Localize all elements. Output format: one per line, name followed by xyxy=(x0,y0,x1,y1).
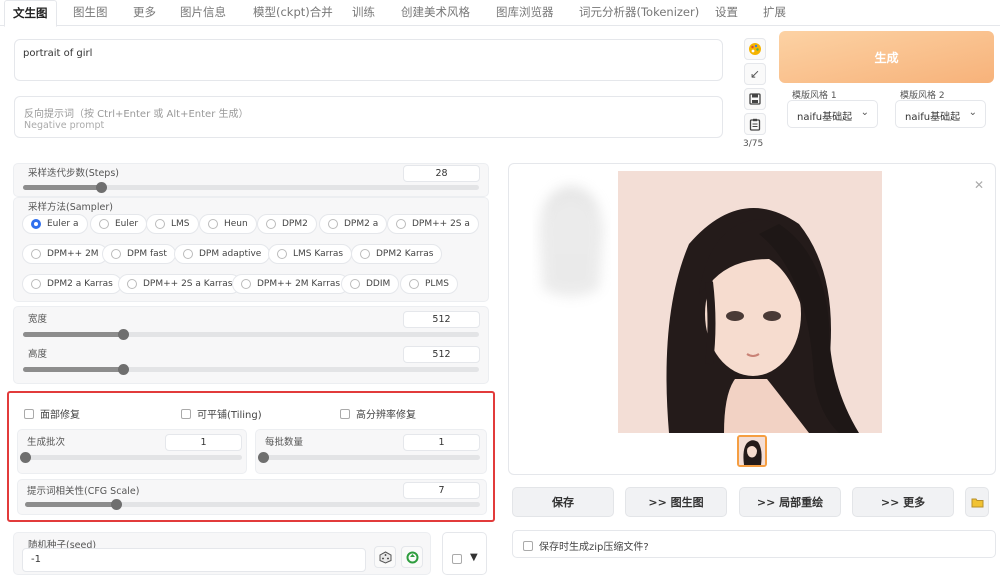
prompt-input[interactable]: portrait of girl xyxy=(14,39,723,81)
zip-option[interactable]: 保存时生成zip压缩文件? xyxy=(512,530,996,558)
tab-image-info[interactable]: 图片信息 xyxy=(180,4,226,24)
send-to-img2img-button[interactable]: >> 图生图 xyxy=(625,487,727,517)
tab-checkpoint-merge[interactable]: 模型(ckpt)合并 xyxy=(253,4,333,24)
width-label: 宽度 xyxy=(28,314,48,325)
tab-tokenizer[interactable]: 词元分析器(Tokenizer) xyxy=(579,4,699,24)
sampler-option[interactable]: DPM++ 2S a xyxy=(387,214,479,234)
steps-slider-handle[interactable] xyxy=(96,182,107,193)
sampler-option[interactable]: PLMS xyxy=(400,274,458,294)
sampler-option[interactable]: DPM++ 2S a Karras xyxy=(118,274,242,294)
sampler-option[interactable]: DPM2 a xyxy=(319,214,388,234)
tab-settings[interactable]: 设置 xyxy=(715,4,738,24)
tab-train[interactable]: 训练 xyxy=(352,4,375,24)
folder-icon[interactable] xyxy=(965,487,989,517)
tab-img2img[interactable]: 图生图 xyxy=(73,4,108,24)
prompt-text: portrait of girl xyxy=(23,48,93,59)
save-icon[interactable] xyxy=(744,88,766,110)
recycle-icon[interactable] xyxy=(401,546,423,568)
chevron-down-icon: ⌄ xyxy=(860,107,869,118)
clipboard-icon[interactable] xyxy=(744,113,766,135)
sampler-option[interactable]: Heun xyxy=(199,214,257,234)
sampler-option[interactable]: DPM fast xyxy=(102,244,176,264)
seed-input[interactable]: -1 xyxy=(22,548,366,572)
width-number-input[interactable]: 512 xyxy=(403,311,480,328)
tab-more[interactable]: 更多 xyxy=(133,4,156,24)
send-to-inpaint-button[interactable]: >> 局部重绘 xyxy=(739,487,841,517)
sampler-option[interactable]: LMS Karras xyxy=(268,244,353,264)
steps-number-input[interactable]: 28 xyxy=(403,165,480,182)
height-slider-handle[interactable] xyxy=(118,364,129,375)
sampler-option[interactable]: DPM adaptive xyxy=(174,244,271,264)
caret-down-icon: ▼ xyxy=(470,552,478,563)
sampler-option[interactable]: Euler xyxy=(90,214,148,234)
image-thumbnail[interactable] xyxy=(737,435,767,467)
sampler-option[interactable]: DDIM xyxy=(341,274,400,294)
steps-label: 采样迭代步数(Steps) xyxy=(28,168,119,179)
tab-extensions[interactable]: 扩展 xyxy=(763,4,786,24)
chevron-down-icon: ⌄ xyxy=(968,107,977,118)
width-slider-fill xyxy=(23,332,123,337)
negative-prompt-input[interactable]: 反向提示词（按 Ctrl+Enter 或 Alt+Enter 生成） Negat… xyxy=(14,96,723,138)
generated-image: ✕ xyxy=(539,171,984,433)
zip-checkbox[interactable] xyxy=(523,541,533,551)
extra-seed-toggle[interactable]: ▼ xyxy=(442,532,487,575)
steps-slider-fill xyxy=(23,185,101,190)
style-2-select[interactable]: naifu基础起 ⌄ xyxy=(895,100,986,128)
height-slider[interactable] xyxy=(23,364,479,375)
tab-txt2img[interactable]: 文生图 xyxy=(4,0,57,27)
sampler-option[interactable]: DPM2 Karras xyxy=(351,244,443,264)
steps-slider[interactable] xyxy=(23,182,479,193)
negative-prompt-placeholder-en: Negative prompt xyxy=(24,120,105,131)
sampler-option[interactable]: DPM++ 2M xyxy=(22,244,108,264)
close-icon: ✕ xyxy=(974,178,984,192)
width-slider-handle[interactable] xyxy=(118,329,129,340)
highlight-frame xyxy=(7,391,495,522)
sampler-option[interactable]: DPM2 a Karras xyxy=(22,274,122,294)
more-button[interactable]: >> 更多 xyxy=(852,487,954,517)
generate-button[interactable]: 生成 xyxy=(779,31,994,83)
style-1-value: naifu基础起 xyxy=(797,112,853,123)
tab-bar: 文生图 图生图 更多 图片信息 模型(ckpt)合并 训练 创建美术风格 图库浏… xyxy=(0,0,1000,27)
style-2-value: naifu基础起 xyxy=(905,112,961,123)
tab-gallery-browser[interactable]: 图库浏览器 xyxy=(496,4,554,24)
height-slider-fill xyxy=(23,367,123,372)
arrow-diagonal-icon[interactable]: ↙ xyxy=(744,63,766,85)
tab-create-style[interactable]: 创建美术风格 xyxy=(401,4,470,24)
sampler-option[interactable]: Euler a xyxy=(22,214,88,234)
sampler-label: 采样方法(Sampler) xyxy=(28,202,113,213)
negative-prompt-placeholder: 反向提示词（按 Ctrl+Enter 或 Alt+Enter 生成） xyxy=(24,109,249,120)
token-counter: 3/75 xyxy=(743,139,764,149)
image-preview: ✕ xyxy=(508,163,996,475)
sampler-option[interactable]: LMS xyxy=(146,214,199,234)
dice-icon[interactable] xyxy=(374,546,396,568)
palette-icon[interactable] xyxy=(744,38,766,60)
width-slider[interactable] xyxy=(23,329,479,340)
height-number-input[interactable]: 512 xyxy=(403,346,480,363)
save-button[interactable]: 保存 xyxy=(512,487,614,517)
sampler-option[interactable]: DPM2 xyxy=(257,214,317,234)
height-label: 高度 xyxy=(28,349,48,360)
style-1-select[interactable]: naifu基础起 ⌄ xyxy=(787,100,878,128)
extra-checkbox[interactable] xyxy=(452,554,462,564)
sampler-option[interactable]: DPM++ 2M Karras xyxy=(232,274,350,294)
